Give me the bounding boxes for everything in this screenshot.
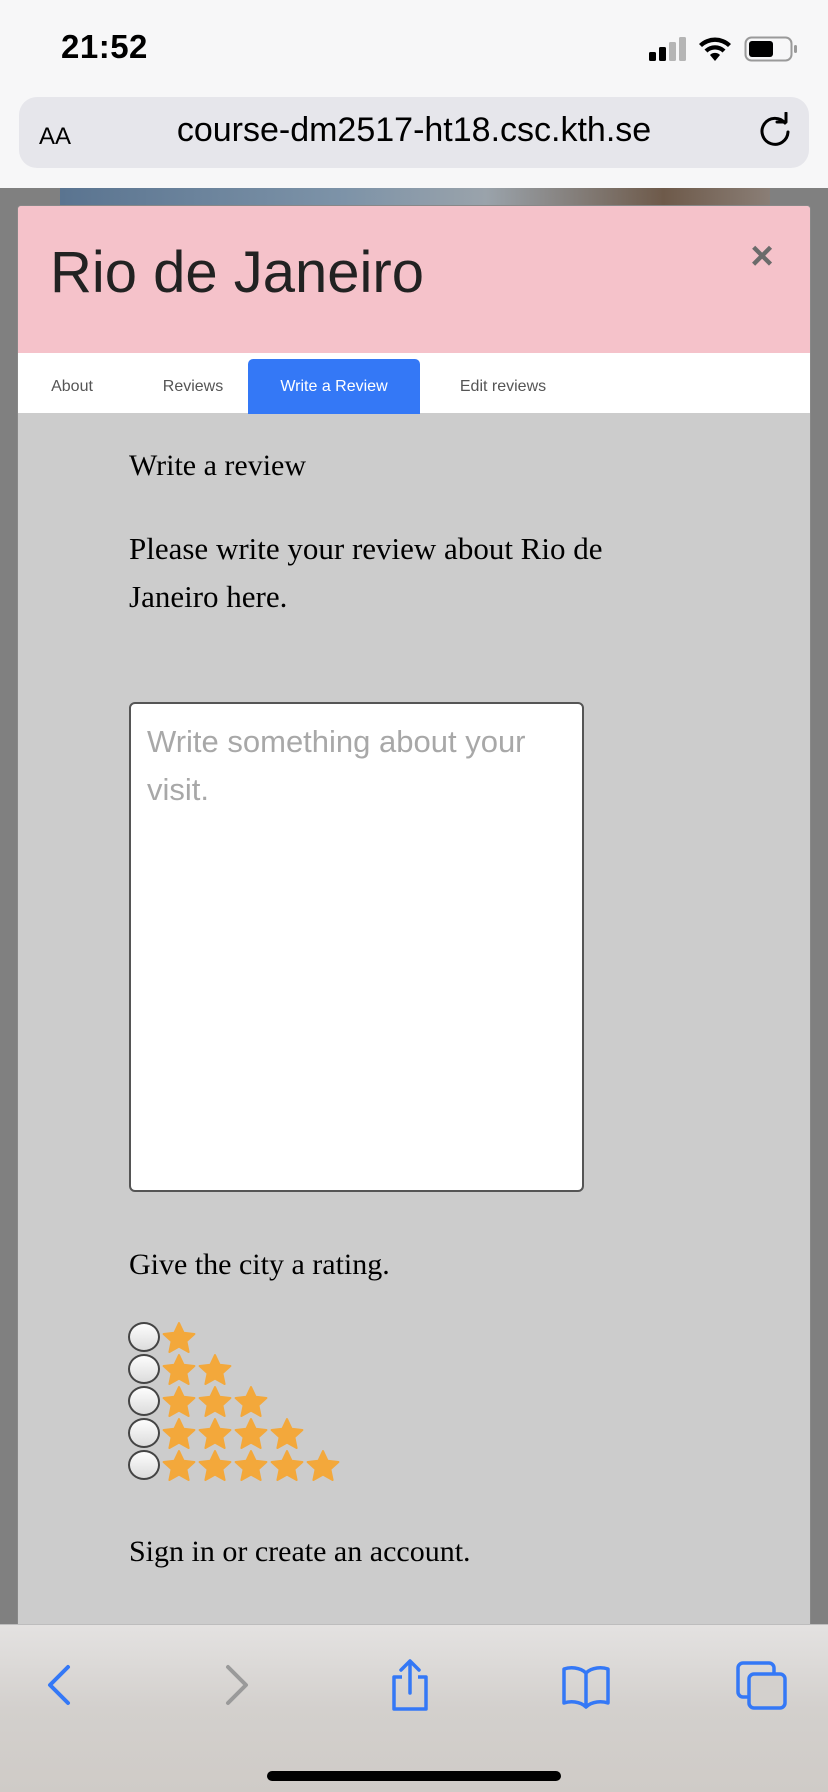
review-textarea[interactable] [129, 702, 584, 1192]
back-icon[interactable] [30, 1655, 90, 1715]
star-icon [198, 1354, 232, 1385]
url-text[interactable]: course-dm2517-ht18.csc.kth.se [19, 111, 809, 150]
battery-icon [744, 36, 797, 62]
modal-header: Rio de Janeiro × [18, 206, 810, 353]
status-bar: 21:52 [0, 0, 828, 95]
tab-about[interactable]: About [32, 359, 112, 414]
rating-radio-3[interactable] [128, 1386, 160, 1416]
address-bar[interactable]: AA course-dm2517-ht18.csc.kth.se [19, 97, 809, 168]
rating-radio-4[interactable] [128, 1418, 160, 1448]
star-icon [234, 1450, 268, 1481]
rating-option-5[interactable] [128, 1449, 341, 1481]
rating-option-2[interactable] [128, 1353, 341, 1385]
star-icon [270, 1418, 304, 1449]
intro-text: Please write your review about Rio de Ja… [129, 531, 603, 614]
star-group-1 [161, 1321, 197, 1353]
cellular-signal-icon [649, 37, 686, 61]
star-group-4 [161, 1417, 305, 1449]
home-indicator [267, 1771, 561, 1781]
tab-edit-reviews[interactable]: Edit reviews [448, 359, 558, 414]
star-icon [162, 1418, 196, 1449]
tab-bar: About Reviews Write a Review Edit review… [18, 353, 810, 414]
star-icon [234, 1386, 268, 1417]
star-icon [162, 1354, 196, 1385]
browser-toolbar [0, 1624, 828, 1792]
wifi-icon [699, 37, 731, 61]
rating-radio-5[interactable] [128, 1450, 160, 1480]
star-icon [198, 1450, 232, 1481]
star-icon [198, 1386, 232, 1417]
share-icon[interactable] [380, 1655, 440, 1715]
tab-write-review[interactable]: Write a Review [248, 359, 420, 414]
status-time: 21:52 [61, 28, 148, 65]
star-group-2 [161, 1353, 233, 1385]
star-icon [162, 1386, 196, 1417]
rating-option-3[interactable] [128, 1385, 341, 1417]
rating-option-4[interactable] [128, 1417, 341, 1449]
reload-icon[interactable] [755, 112, 795, 152]
star-group-5 [161, 1449, 341, 1481]
address-bar-area: AA course-dm2517-ht18.csc.kth.se [0, 95, 828, 188]
section-heading: Write a review [129, 449, 307, 482]
rating-label: Give the city a rating. [129, 1248, 390, 1281]
star-icon [162, 1450, 196, 1481]
city-modal: Rio de Janeiro × About Reviews Write a R… [17, 205, 811, 1625]
star-icon [270, 1450, 304, 1481]
rating-options [128, 1321, 341, 1481]
star-group-3 [161, 1385, 269, 1417]
star-icon [234, 1418, 268, 1449]
tabs-icon[interactable] [732, 1655, 792, 1715]
star-icon [306, 1450, 340, 1481]
close-button[interactable]: × [744, 236, 780, 276]
rating-option-1[interactable] [128, 1321, 341, 1353]
rating-radio-1[interactable] [128, 1322, 160, 1352]
bookmarks-icon[interactable] [556, 1655, 616, 1715]
star-icon [198, 1418, 232, 1449]
star-icon [162, 1322, 196, 1353]
signin-text[interactable]: Sign in or create an account. [129, 1535, 471, 1569]
modal-title: Rio de Janeiro [50, 240, 424, 305]
rating-radio-2[interactable] [128, 1354, 160, 1384]
status-icons [648, 34, 798, 64]
forward-icon[interactable] [206, 1655, 266, 1715]
tab-reviews[interactable]: Reviews [138, 359, 248, 414]
